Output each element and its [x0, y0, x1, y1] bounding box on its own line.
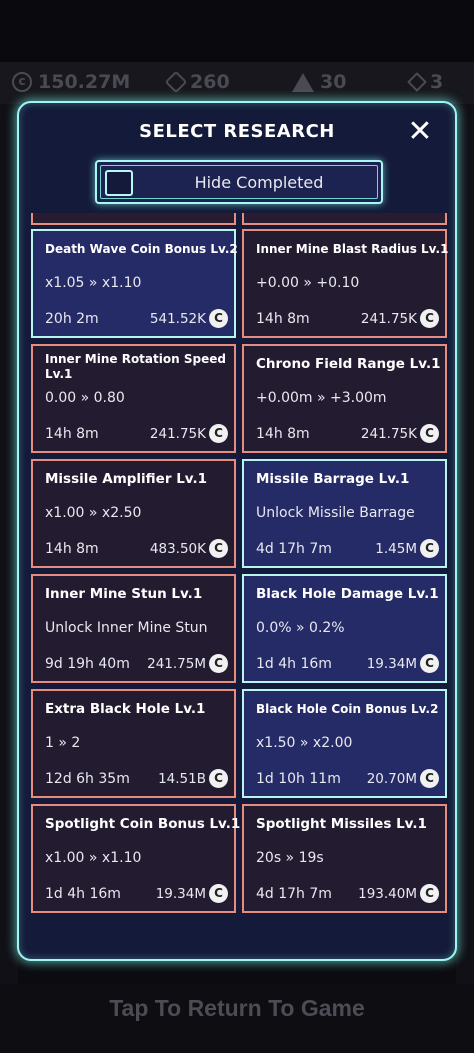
partial-card-right — [242, 213, 447, 225]
research-cost: 19.34M — [366, 656, 417, 672]
research-card[interactable]: Missile Barrage Lv.1 Unlock Missile Barr… — [242, 459, 447, 568]
research-value: x1.00 » x2.50 — [45, 505, 142, 521]
research-card[interactable]: Black Hole Damage Lv.1 0.0% » 0.2% 1d 4h… — [242, 574, 447, 683]
coins-stat: c 150.27M — [12, 71, 130, 93]
research-card[interactable]: Inner Mine Blast Radius Lv.1 +0.00 » +0.… — [242, 229, 449, 338]
gem-icon — [164, 70, 188, 94]
research-card[interactable]: Missile Amplifier Lv.1 x1.00 » x2.50 14h… — [31, 459, 236, 568]
research-name: Inner Mine Stun Lv.1 — [45, 586, 203, 602]
research-cost: 1.45M — [375, 541, 417, 557]
research-cost: 241.75K — [360, 426, 417, 442]
research-card[interactable]: Spotlight Coin Bonus Lv.1 x1.00 » x1.10 … — [31, 804, 241, 913]
research-time: 4d 17h 7m — [256, 541, 332, 557]
coin-icon: C — [420, 654, 439, 673]
research-card[interactable]: Spotlight Missiles Lv.1 20s » 19s 4d 17h… — [242, 804, 447, 913]
coin-icon: C — [420, 769, 439, 788]
research-time: 1d 4h 16m — [45, 886, 121, 902]
research-time: 1d 10h 11m — [256, 771, 341, 787]
research-name: Extra Black Hole Lv.1 — [45, 701, 206, 717]
research-cost: 541.52K — [149, 311, 206, 327]
hide-completed-toggle[interactable]: Hide Completed — [95, 160, 383, 204]
research-value: 1 » 2 — [45, 735, 81, 751]
coin-icon: C — [209, 769, 228, 788]
research-card[interactable]: Inner Mine Stun Lv.1 Unlock Inner Mine S… — [31, 574, 236, 683]
research-time: 20h 2m — [45, 311, 99, 327]
medals-value: 30 — [320, 71, 347, 93]
coins-value: 150.27M — [38, 71, 131, 93]
research-value: x1.05 » x1.10 — [45, 275, 142, 291]
coin-icon: C — [209, 539, 228, 558]
stones-stat: 3 — [407, 71, 444, 93]
research-cost: 241.75K — [360, 311, 417, 327]
research-card[interactable]: Black Hole Coin Bonus Lv.2 x1.50 » x2.00… — [242, 689, 447, 798]
research-time: 4d 17h 7m — [256, 886, 332, 902]
close-icon[interactable]: ✕ — [405, 117, 435, 147]
research-name: Missile Amplifier Lv.1 — [45, 471, 208, 487]
research-cost: 14.51B — [158, 771, 206, 787]
research-time: 14h 8m — [256, 426, 310, 442]
coin-icon: C — [420, 884, 439, 903]
stones-value: 3 — [430, 71, 444, 93]
coin-icon: C — [209, 309, 228, 328]
coin-icon: C — [209, 424, 228, 443]
medal-icon — [292, 72, 314, 92]
gems-value: 260 — [190, 71, 230, 93]
modal-title: SELECT RESEARCH — [139, 121, 335, 142]
research-name: Death Wave Coin Bonus Lv.2 — [45, 242, 238, 256]
background-panel-left — [0, 104, 18, 984]
research-list[interactable]: Death Wave Coin Bonus Lv.2 x1.05 » x1.10… — [29, 213, 449, 955]
tap-to-return[interactable]: Tap To Return To Game — [0, 995, 474, 1022]
research-name: Black Hole Damage Lv.1 — [256, 586, 439, 602]
coin-icon: C — [209, 884, 228, 903]
select-research-modal: SELECT RESEARCH ✕ Hide Completed Death W… — [17, 101, 457, 961]
research-name: Spotlight Missiles Lv.1 — [256, 816, 427, 832]
research-value: +0.00 » +0.10 — [256, 275, 360, 291]
research-value: x1.50 » x2.00 — [256, 735, 353, 751]
research-name: Missile Barrage Lv.1 — [256, 471, 410, 487]
research-cost: 483.50K — [149, 541, 206, 557]
research-cost: 193.40M — [358, 886, 417, 902]
coin-icon: c — [12, 72, 32, 92]
research-name: Chrono Field Range Lv.1 — [256, 356, 441, 372]
research-card[interactable]: Death Wave Coin Bonus Lv.2 x1.05 » x1.10… — [31, 229, 238, 338]
research-value: Unlock Missile Barrage — [256, 505, 415, 521]
research-time: 12d 6h 35m — [45, 771, 130, 787]
research-value: +0.00m » +3.00m — [256, 390, 387, 406]
hide-completed-checkbox[interactable] — [105, 170, 133, 196]
gems-stat: 260 — [164, 70, 230, 94]
research-cost: 19.34M — [155, 886, 206, 902]
research-time: 14h 8m — [45, 426, 99, 442]
research-name: Spotlight Coin Bonus Lv.1 — [45, 816, 241, 832]
research-time: 14h 8m — [256, 311, 310, 327]
coin-icon: C — [209, 654, 228, 673]
research-value: x1.00 » x1.10 — [45, 850, 142, 866]
research-name: Inner Mine Blast Radius Lv.1 — [256, 242, 449, 256]
research-card[interactable]: Extra Black Hole Lv.1 1 » 2 12d 6h 35m 1… — [31, 689, 236, 798]
coin-icon: C — [420, 539, 439, 558]
currency-bar: c 150.27M 260 30 3 — [0, 62, 474, 104]
research-value: 0.00 » 0.80 — [45, 390, 125, 406]
research-name: Inner Mine Rotation Speed Lv.1 — [45, 352, 226, 381]
background-panel-right — [456, 104, 474, 984]
medals-stat: 30 — [292, 71, 346, 93]
research-time: 1d 4h 16m — [256, 656, 332, 672]
research-cost: 241.75M — [147, 656, 206, 672]
research-time: 9d 19h 40m — [45, 656, 130, 672]
stone-icon — [407, 72, 427, 92]
research-value: 0.0% » 0.2% — [256, 620, 345, 636]
coin-icon: C — [420, 309, 439, 328]
hide-completed-label: Hide Completed — [194, 173, 324, 192]
partial-card-left — [31, 213, 236, 225]
research-cost: 20.70M — [366, 771, 417, 787]
status-bar-area — [0, 0, 474, 62]
coin-icon: C — [420, 424, 439, 443]
research-card[interactable]: Chrono Field Range Lv.1 +0.00m » +3.00m … — [242, 344, 447, 453]
research-value: Unlock Inner Mine Stun — [45, 620, 208, 636]
research-name: Black Hole Coin Bonus Lv.2 — [256, 702, 439, 716]
research-value: 20s » 19s — [256, 850, 324, 866]
research-card[interactable]: Inner Mine Rotation Speed Lv.1 0.00 » 0.… — [31, 344, 236, 453]
research-cost: 241.75K — [149, 426, 206, 442]
research-time: 14h 8m — [45, 541, 99, 557]
